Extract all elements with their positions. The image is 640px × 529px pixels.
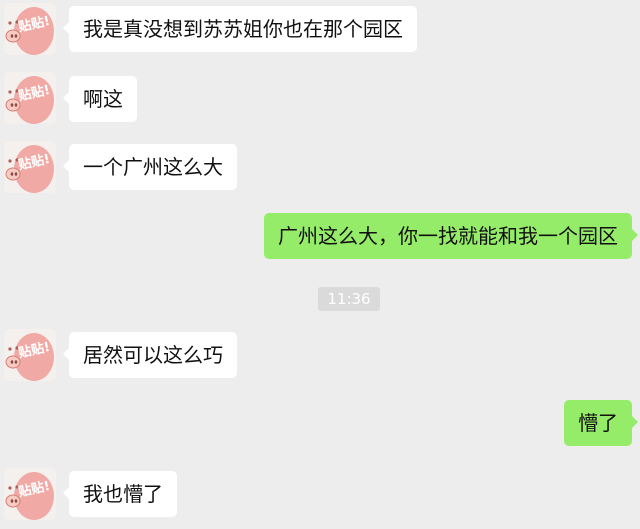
message-bubble-outgoing[interactable]: 广州这么大，你一找就能和我一个园区: [264, 213, 638, 259]
message-timestamp: 11:36: [318, 287, 380, 311]
message-bubble[interactable]: 一个广州这么大: [63, 144, 237, 190]
contact-avatar[interactable]: 贴贴!: [4, 329, 56, 381]
pig-sticker-avatar-icon: 贴贴!: [4, 72, 56, 124]
message-bubble[interactable]: 居然可以这么巧: [63, 332, 237, 378]
message-bubble[interactable]: 啊这: [63, 76, 137, 122]
pig-sticker-avatar-icon: 贴贴!: [4, 468, 56, 520]
contact-avatar[interactable]: 贴贴!: [4, 3, 56, 55]
contact-avatar[interactable]: 贴贴!: [4, 141, 56, 193]
message-bubble[interactable]: 我也懵了: [63, 471, 177, 517]
pig-sticker-avatar-icon: 贴贴!: [4, 3, 56, 55]
pig-sticker-avatar-icon: 贴贴!: [4, 329, 56, 381]
contact-avatar[interactable]: 贴贴!: [4, 72, 56, 124]
message-bubble[interactable]: 我是真没想到苏苏姐你也在那个园区: [63, 6, 417, 52]
message-bubble-outgoing[interactable]: 懵了: [564, 400, 638, 446]
contact-avatar[interactable]: 贴贴!: [4, 468, 56, 520]
pig-sticker-avatar-icon: 贴贴!: [4, 141, 56, 193]
chat-window: 贴贴! 我是真没想到苏苏姐你也在那个园区 贴贴! 啊这 贴贴! 一个广州这么大 …: [0, 0, 640, 529]
